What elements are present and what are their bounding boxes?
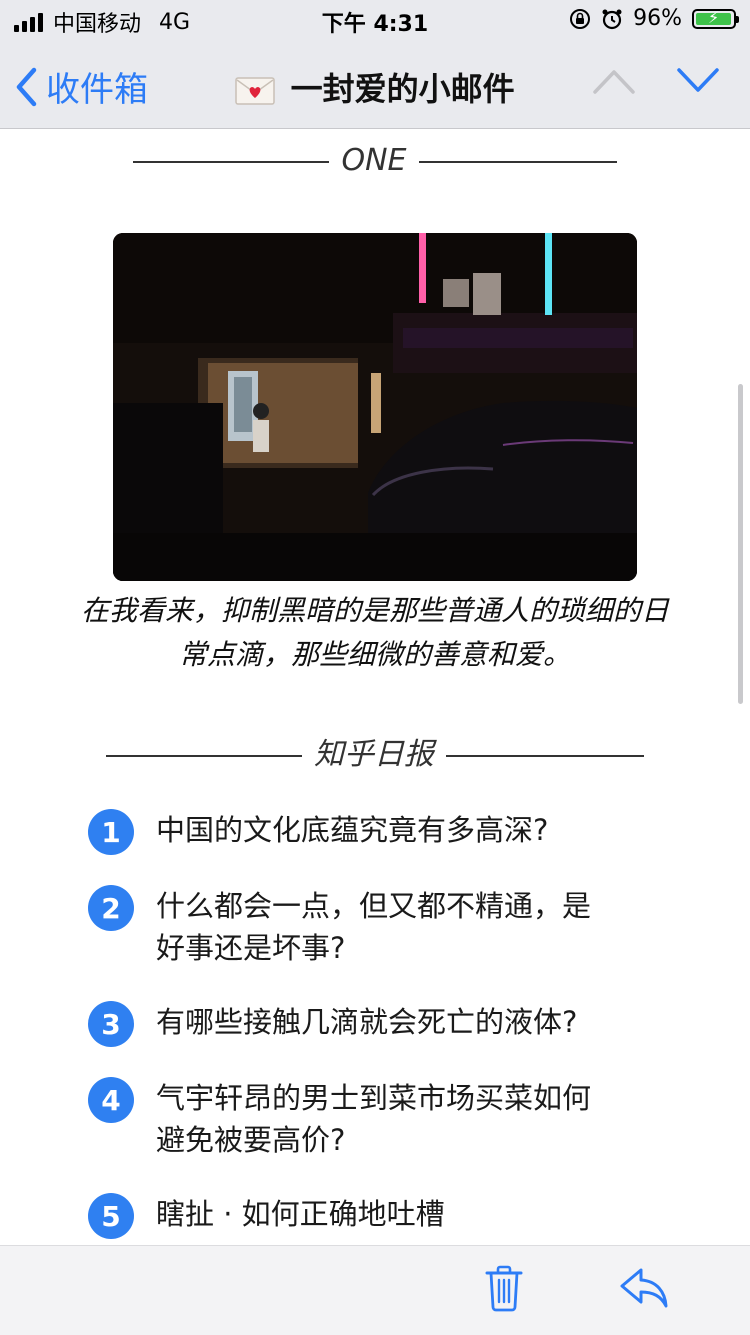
night-street-photo [113, 233, 637, 581]
item-title: 中国的文化底蕴究竟有多高深? [156, 809, 656, 851]
chevron-left-icon [16, 67, 37, 106]
photo-caption: 在我看来，抑制黑暗的是那些普通人的琐细的日 常点滴，那些细微的善意和爱。 [40, 589, 710, 677]
navigation-bar: 收件箱 一封爱的小邮件 [0, 40, 750, 129]
status-bar: 中国移动 4G 下午 4:31 96% ⚡ [0, 0, 750, 40]
list-item[interactable]: 2 什么都会一点，但又都不精通，是 好事还是坏事? [88, 885, 688, 969]
item-title: 什么都会一点，但又都不精通，是 好事还是坏事? [156, 885, 656, 969]
reply-icon [620, 1268, 668, 1308]
item-title-line-1: 气宇轩昂的男士到菜市场买菜如何 [156, 1081, 592, 1115]
scroll-indicator[interactable] [738, 384, 743, 704]
chevron-down-icon [677, 68, 719, 92]
item-title-line-2: 避免被要高价? [156, 1123, 346, 1157]
section-heading-one-text: ONE [341, 143, 407, 178]
item-number-badge: 5 [88, 1193, 134, 1239]
heading-rule-right [446, 754, 644, 757]
item-title-line-1: 什么都会一点，但又都不精通，是 [156, 889, 592, 923]
heading-rule-right [418, 160, 617, 163]
orientation-lock-icon [570, 8, 591, 29]
love-letter-icon [235, 77, 276, 105]
item-number-badge: 2 [88, 885, 134, 931]
email-body[interactable]: ONE 在我看来，抑制黑暗的是那些普通人的琐细的日 常点滴，那些细微的善意和爱。… [0, 129, 750, 1245]
charging-bolt-icon: ⚡ [708, 7, 720, 27]
battery-icon: ⚡ [692, 7, 739, 29]
item-title-line-1: 中国的文化底蕴究竟有多高深? [156, 813, 549, 847]
back-to-inbox-button[interactable]: 收件箱 [14, 62, 148, 111]
item-title-line-2: 好事还是坏事? [156, 931, 346, 965]
previous-email-button[interactable] [592, 66, 636, 100]
delete-button[interactable] [483, 1264, 525, 1316]
list-item[interactable]: 5 瞎扯 · 如何正确地吐槽 [88, 1193, 688, 1239]
item-title-line-1: 有哪些接触几滴就会死亡的液体? [156, 1005, 578, 1039]
next-email-button[interactable] [676, 66, 720, 100]
reply-button[interactable] [619, 1266, 669, 1314]
back-label: 收件箱 [46, 70, 148, 110]
list-item[interactable]: 4 气宇轩昂的男士到菜市场买菜如何 避免被要高价? [88, 1077, 688, 1161]
list-item[interactable]: 1 中国的文化底蕴究竟有多高深? [88, 809, 688, 855]
item-number-badge: 1 [88, 809, 134, 855]
alarm-icon [602, 9, 622, 29]
heading-rule-left [133, 160, 330, 163]
section-heading-zhihu-text: 知乎日报 [314, 737, 434, 772]
battery-percent: 96% [633, 6, 682, 31]
bottom-toolbar [0, 1245, 750, 1335]
list-item[interactable]: 3 有哪些接触几滴就会死亡的液体? [88, 1001, 688, 1047]
trash-icon [485, 1265, 523, 1312]
title-text: 一封爱的小邮件 [290, 70, 515, 108]
section-heading-one: ONE [0, 143, 750, 178]
section-heading-zhihu: 知乎日报 [0, 729, 750, 773]
item-title: 有哪些接触几滴就会死亡的液体? [156, 1001, 656, 1043]
item-number-badge: 4 [88, 1077, 134, 1123]
hero-photo [113, 233, 637, 581]
caption-line-1: 在我看来，抑制黑暗的是那些普通人的琐细的日 [80, 594, 669, 627]
caption-line-2: 常点滴，那些细微的善意和爱。 [178, 638, 571, 671]
chevron-up-icon [593, 70, 635, 94]
item-title: 气宇轩昂的男士到菜市场买菜如何 避免被要高价? [156, 1077, 656, 1161]
item-title-line-1: 瞎扯 · 如何正确地吐槽 [156, 1197, 445, 1231]
item-title: 瞎扯 · 如何正确地吐槽 [156, 1193, 656, 1235]
status-bar-right: 96% ⚡ [569, 6, 739, 31]
item-number-badge: 3 [88, 1001, 134, 1047]
heading-rule-left [106, 754, 302, 757]
